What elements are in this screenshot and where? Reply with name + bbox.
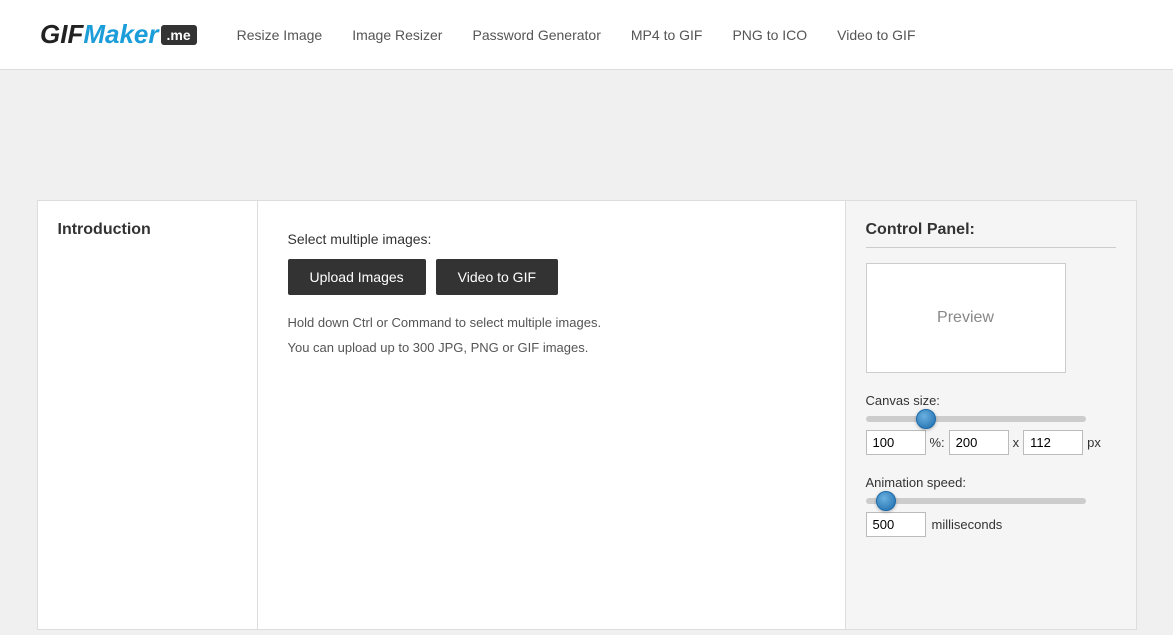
animation-slider-track xyxy=(866,498,1086,504)
nav-png-to-ico[interactable]: PNG to ICO xyxy=(732,27,807,43)
animation-speed-label: Animation speed: xyxy=(866,475,1116,490)
canvas-slider-track xyxy=(866,416,1086,422)
sidebar-title: Introduction xyxy=(58,221,151,238)
nav-password-generator[interactable]: Password Generator xyxy=(472,27,600,43)
control-panel: Control Panel: Preview Canvas size: %: x… xyxy=(846,201,1136,629)
canvas-size-label: Canvas size: xyxy=(866,393,1116,408)
center-panel: Select multiple images: Upload Images Vi… xyxy=(258,201,846,629)
nav-resize-image[interactable]: Resize Image xyxy=(237,27,323,43)
banner-area xyxy=(0,70,1173,200)
main-nav: Resize Image Image Resizer Password Gene… xyxy=(237,27,916,43)
logo-maker: Maker xyxy=(83,19,158,50)
canvas-slider-thumb[interactable] xyxy=(916,409,936,429)
header: GIFMaker.me Resize Image Image Resizer P… xyxy=(0,0,1173,70)
nav-video-to-gif[interactable]: Video to GIF xyxy=(837,27,915,43)
animation-inputs: milliseconds xyxy=(866,512,1116,537)
upload-images-button[interactable]: Upload Images xyxy=(288,259,426,295)
preview-box: Preview xyxy=(866,263,1066,373)
canvas-width-input[interactable] xyxy=(949,430,1009,455)
button-row: Upload Images Video to GIF xyxy=(288,259,815,295)
preview-label: Preview xyxy=(937,309,994,327)
canvas-percent-input[interactable] xyxy=(866,430,926,455)
canvas-x-symbol: x xyxy=(1013,435,1020,450)
nav-image-resizer[interactable]: Image Resizer xyxy=(352,27,442,43)
main-container: Introduction Select multiple images: Upl… xyxy=(37,200,1137,630)
logo[interactable]: GIFMaker.me xyxy=(40,19,197,50)
sidebar: Introduction xyxy=(38,201,258,629)
animation-slider-thumb[interactable] xyxy=(876,491,896,511)
canvas-slider-container xyxy=(866,416,1116,422)
canvas-px-label: px xyxy=(1087,435,1101,450)
hint-ctrl: Hold down Ctrl or Command to select mult… xyxy=(288,315,815,330)
control-panel-title: Control Panel: xyxy=(866,221,1116,248)
logo-gif: GIF xyxy=(40,19,83,50)
canvas-height-input[interactable] xyxy=(1023,430,1083,455)
nav-mp4-to-gif[interactable]: MP4 to GIF xyxy=(631,27,703,43)
canvas-percent-symbol: %: xyxy=(930,435,945,450)
logo-me: .me xyxy=(161,25,197,45)
animation-unit-label: milliseconds xyxy=(932,517,1003,532)
video-to-gif-button[interactable]: Video to GIF xyxy=(436,259,558,295)
hint-upload-count: You can upload up to 300 JPG, PNG or GIF… xyxy=(288,340,815,355)
select-images-label: Select multiple images: xyxy=(288,231,815,247)
canvas-inputs: %: x px xyxy=(866,430,1116,455)
animation-speed-input[interactable] xyxy=(866,512,926,537)
